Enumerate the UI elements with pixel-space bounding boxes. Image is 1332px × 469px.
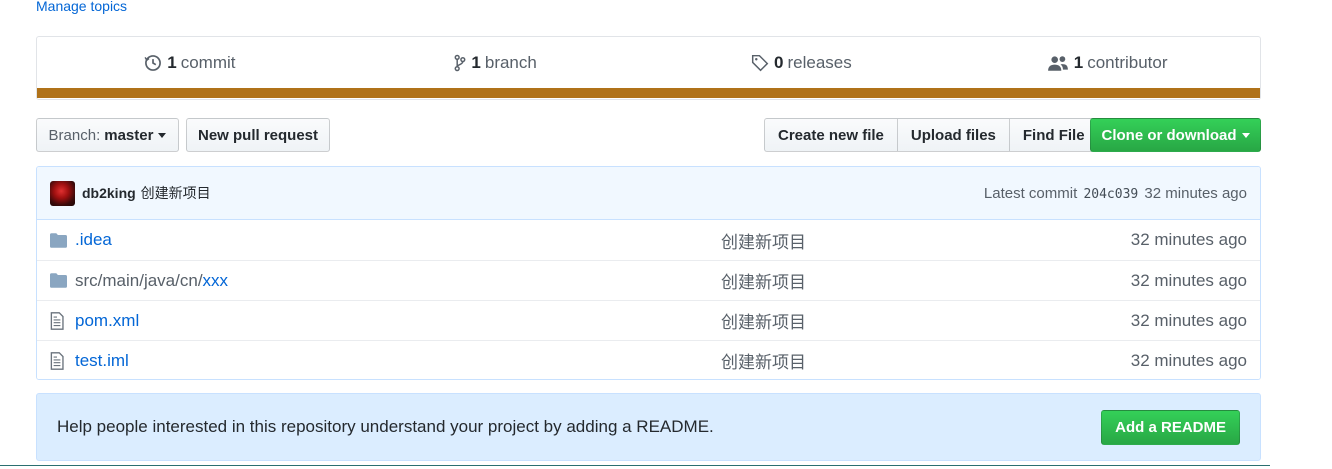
new-pull-request-label: New pull request <box>197 126 319 144</box>
file-commit-age: 32 minutes ago <box>1130 230 1247 249</box>
folder-icon <box>50 273 68 288</box>
commit-age: 32 minutes ago <box>1144 184 1247 202</box>
commits-number: 1 <box>167 53 177 72</box>
new-pull-request-button[interactable]: New pull request <box>186 118 330 152</box>
file-name: test.iml <box>75 350 129 370</box>
language-bar[interactable] <box>37 88 1260 98</box>
commit-author-link[interactable]: db2king <box>82 185 136 201</box>
divider <box>0 465 1270 466</box>
avatar[interactable] <box>50 180 75 206</box>
numbers-summary: 1 commit 1 branch 0 releases 1 contribut… <box>36 36 1261 100</box>
file-commit-message-link[interactable]: 创建新项目 <box>721 348 1131 373</box>
file-commit-message-link[interactable]: 创建新项目 <box>721 268 1131 293</box>
file-row: test.iml 创建新项目 32 minutes ago <box>37 340 1260 379</box>
file-row: .idea 创建新项目 32 minutes ago <box>37 220 1260 260</box>
file-name-link[interactable]: test.iml <box>75 351 721 371</box>
branches-number: 1 <box>471 53 481 72</box>
people-icon <box>1047 56 1068 71</box>
file-name: pom.xml <box>75 310 140 330</box>
branch-prefix: Branch: <box>48 126 101 144</box>
add-readme-button[interactable]: Add a README <box>1101 409 1240 445</box>
clone-or-download-label: Clone or download <box>1101 126 1237 144</box>
file-commit-age: 32 minutes ago <box>1130 270 1247 290</box>
contributors-label: contributor <box>1087 53 1168 72</box>
file-row: src/main/java/cn/xxx 创建新项目 32 minutes ago <box>37 260 1260 300</box>
manage-topics-link[interactable]: Manage topics <box>36 0 127 14</box>
file-commit-message-link[interactable]: 创建新项目 <box>721 228 1131 253</box>
file-table: db2king 创建新项目 Latest commit 204c039 32 m… <box>36 166 1261 380</box>
history-icon <box>144 55 162 71</box>
file-icon <box>50 311 68 330</box>
upload-files-button[interactable]: Upload files <box>896 118 1010 152</box>
branches-count[interactable]: 1 branch <box>343 53 649 73</box>
latest-commit-label: Latest commit <box>983 184 1078 202</box>
dropdown-caret-icon <box>1241 132 1250 138</box>
latest-commit-info: Latest commit 204c039 32 minutes ago <box>984 185 1247 202</box>
commit-sha-link[interactable]: 204c039 <box>1083 187 1138 202</box>
commits-count[interactable]: 1 commit <box>37 53 343 73</box>
folder-icon <box>50 232 68 248</box>
releases-count[interactable]: 0 releases <box>649 53 955 73</box>
branch-name: master <box>104 126 154 144</box>
file-name-link[interactable]: .idea <box>75 230 721 250</box>
create-new-file-button[interactable]: Create new file <box>764 118 898 152</box>
branches-label: branch <box>484 53 537 72</box>
tag-icon <box>751 54 769 72</box>
contributors-count[interactable]: 1 contributor <box>954 53 1260 73</box>
file-name-link[interactable]: src/main/java/cn/xxx <box>75 271 721 291</box>
dropdown-caret-icon <box>158 132 167 138</box>
find-file-button[interactable]: Find File <box>1008 118 1099 152</box>
file-actions-group: Create new file Upload files Find File <box>764 118 1099 152</box>
commits-label: commit <box>180 53 236 72</box>
file-path-prefix: src/main/java/cn/ <box>75 270 203 290</box>
clone-or-download-button[interactable]: Clone or download <box>1090 118 1261 152</box>
file-commit-age: 32 minutes ago <box>1130 350 1247 370</box>
file-name-link[interactable]: pom.xml <box>75 311 721 331</box>
file-icon <box>50 351 68 370</box>
releases-number: 0 <box>774 53 784 72</box>
releases-label: releases <box>787 53 852 72</box>
readme-prompt-text: Help people interested in this repositor… <box>57 417 714 436</box>
file-name: xxx <box>202 270 229 290</box>
file-commit-age: 32 minutes ago <box>1130 310 1247 330</box>
readme-prompt: Help people interested in this repositor… <box>36 393 1261 461</box>
contributors-number: 1 <box>1073 53 1084 72</box>
latest-commit-bar: db2king 创建新项目 Latest commit 204c039 32 m… <box>37 167 1260 220</box>
file-row: pom.xml 创建新项目 32 minutes ago <box>37 300 1260 340</box>
git-branch-icon <box>454 54 466 72</box>
file-commit-message-link[interactable]: 创建新项目 <box>721 308 1131 333</box>
file-name: .idea <box>75 230 112 249</box>
branch-select-button[interactable]: Branch: master <box>36 118 179 152</box>
commit-message-link[interactable]: 创建新项目 <box>141 183 211 203</box>
